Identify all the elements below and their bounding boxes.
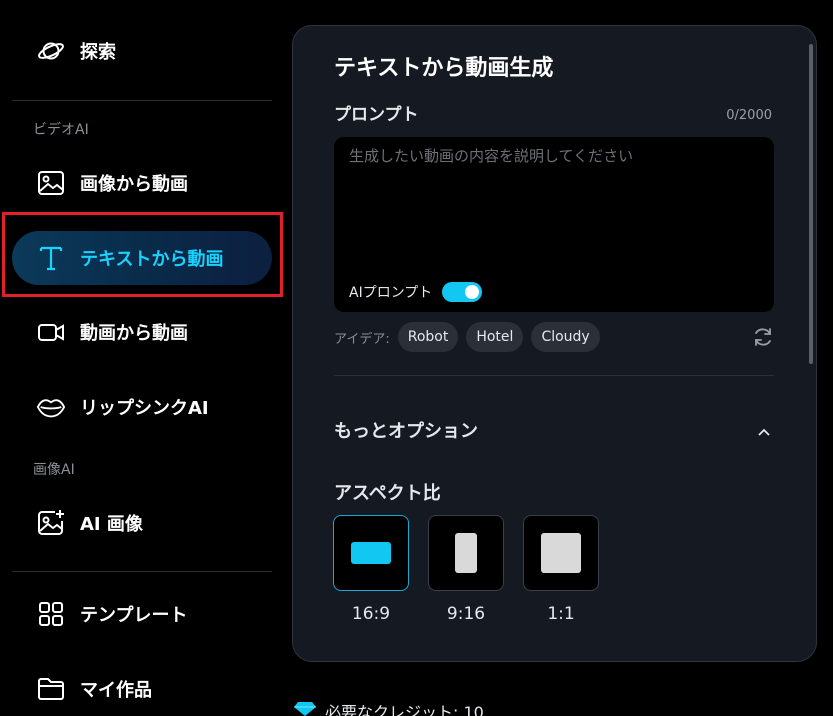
credits-indicator: 必要なクレジット: 10	[293, 699, 484, 716]
video-camera-icon	[36, 317, 66, 347]
sidebar-item-explore[interactable]: 探索	[12, 24, 272, 78]
ratio-shape	[455, 533, 477, 573]
image-sparkle-icon	[36, 508, 66, 538]
highlight-box	[2, 212, 283, 297]
aspect-ratio-label: アスペクト比	[334, 483, 441, 504]
ai-prompt-label: AIプロンプト	[349, 285, 433, 301]
aspect-ratio-label-16-9: 16:9	[351, 604, 391, 624]
prompt-label: プロンプト	[334, 105, 419, 125]
sidebar-item-ai-image[interactable]: AI 画像	[12, 496, 272, 550]
prompt-input[interactable]	[349, 145, 759, 265]
panel-title: テキストから動画生成	[334, 56, 554, 81]
toggle-knob	[465, 285, 480, 299]
ideas-row: アイデア: Robot Hotel Cloudy	[334, 322, 608, 352]
sidebar: 探索 ビデオAI 画像から動画 テキストから動画 動画から動画 リップシンクAI…	[0, 0, 285, 716]
ratio-shape	[541, 533, 581, 573]
image-icon	[36, 168, 66, 198]
ai-prompt-toggle[interactable]	[442, 282, 483, 302]
sidebar-divider	[12, 571, 272, 572]
section-label-video-ai: ビデオAI	[33, 122, 89, 138]
text-to-video-panel: テキストから動画生成 プロンプト 0/2000 AIプロンプト アイデア: Ro…	[292, 25, 817, 662]
diamond-icon	[293, 701, 317, 716]
idea-chip-robot[interactable]: Robot	[397, 322, 459, 352]
section-label-image-ai: 画像AI	[33, 462, 75, 478]
sidebar-item-video-to-video[interactable]: 動画から動画	[12, 305, 272, 359]
sidebar-item-label: 探索	[80, 42, 116, 63]
sidebar-item-label: 動画から動画	[80, 323, 188, 344]
folder-icon	[36, 674, 66, 704]
sidebar-item-templates[interactable]: テンプレート	[12, 587, 272, 641]
aspect-ratio-1-1[interactable]	[523, 515, 599, 591]
credits-text: 必要なクレジット: 10	[325, 703, 484, 716]
ratio-shape	[351, 542, 391, 564]
ai-prompt-control: AIプロンプト	[349, 282, 483, 302]
sidebar-item-my-works[interactable]: マイ作品	[12, 662, 272, 716]
aspect-ratio-label-1-1: 1:1	[547, 604, 575, 624]
sidebar-item-label: マイ作品	[80, 680, 152, 701]
aspect-ratio-9-16[interactable]	[428, 515, 504, 591]
sidebar-item-label: リップシンクAI	[80, 398, 209, 419]
sidebar-item-label: テンプレート	[80, 605, 188, 626]
sidebar-item-label: AI 画像	[80, 514, 143, 535]
ideas-label: アイデア:	[334, 331, 390, 347]
panel-divider	[334, 375, 774, 376]
sidebar-item-label: 画像から動画	[80, 174, 188, 195]
aspect-ratio-label-9-16: 9:16	[446, 604, 486, 624]
grid-icon	[36, 599, 66, 629]
panel-scrollbar[interactable]	[809, 44, 813, 364]
more-options-toggle[interactable]: もっとオプション	[334, 417, 478, 443]
aspect-ratio-16-9[interactable]	[333, 515, 409, 591]
refresh-icon[interactable]	[752, 326, 774, 348]
lips-icon	[36, 392, 66, 422]
idea-chip-cloudy[interactable]: Cloudy	[531, 322, 600, 352]
sidebar-item-image-to-video[interactable]: 画像から動画	[12, 156, 272, 210]
chevron-up-icon[interactable]	[756, 424, 772, 440]
prompt-box: AIプロンプト	[334, 137, 774, 312]
idea-chip-hotel[interactable]: Hotel	[466, 322, 524, 352]
character-counter: 0/2000	[726, 108, 772, 123]
planet-icon	[36, 36, 66, 66]
sidebar-item-lip-sync[interactable]: リップシンクAI	[12, 380, 272, 434]
sidebar-divider	[12, 100, 272, 101]
